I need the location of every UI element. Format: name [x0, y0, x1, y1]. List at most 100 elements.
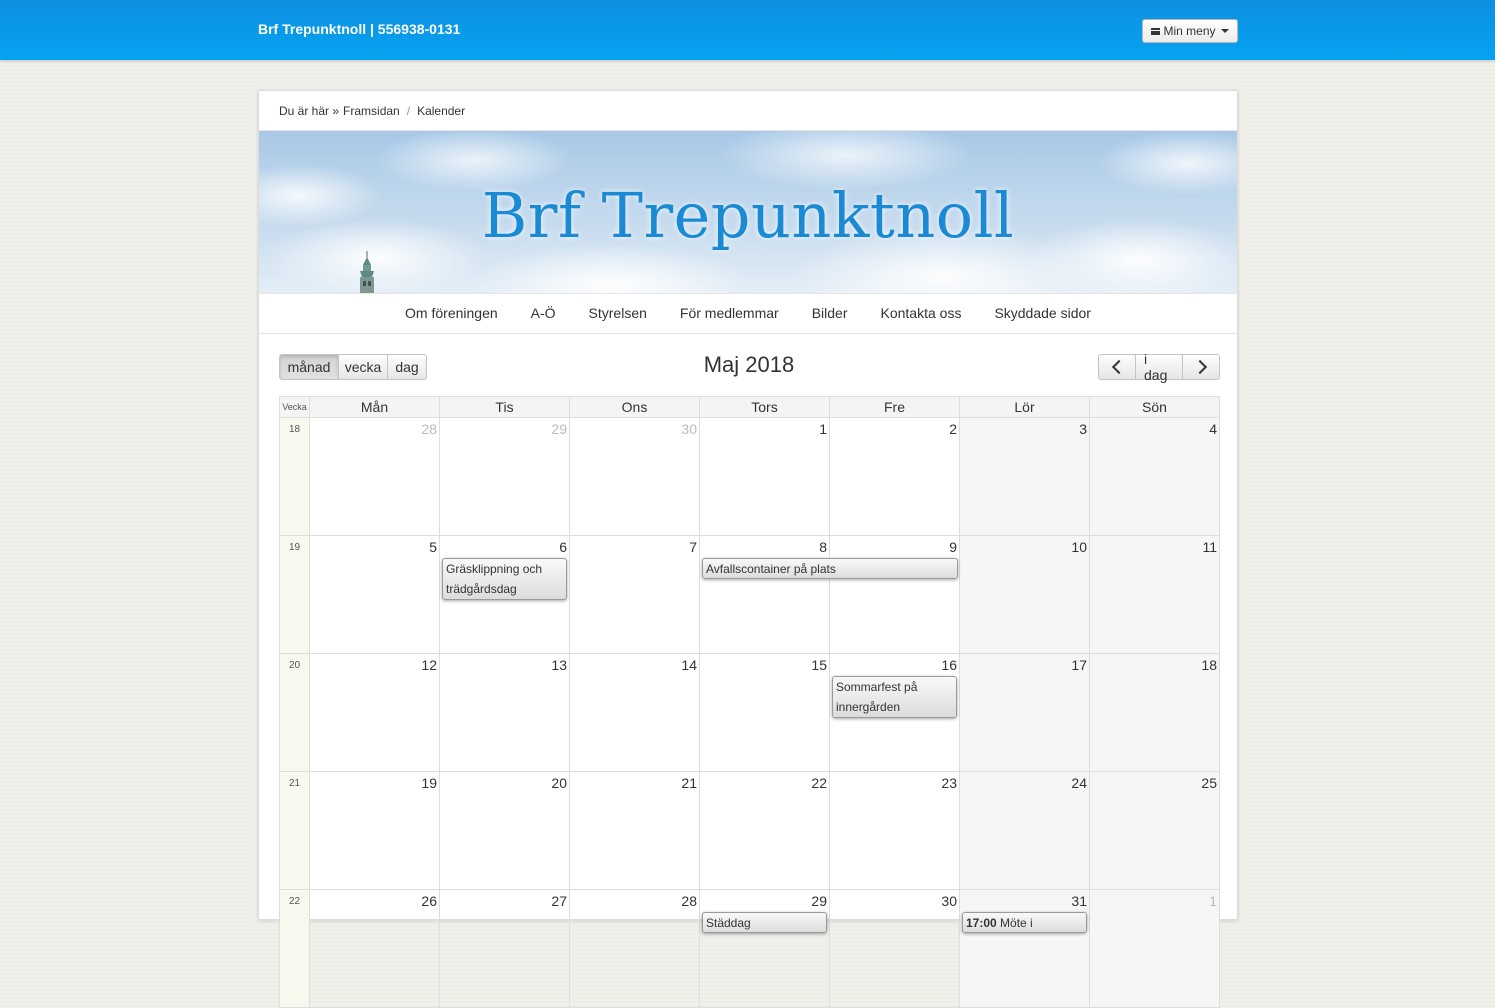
breadcrumb-separator: / — [406, 103, 411, 118]
nav-item-om-foreningen[interactable]: Om föreningen — [389, 305, 515, 321]
prev-month-button[interactable] — [1098, 354, 1136, 380]
day-number: 10 — [1071, 539, 1087, 555]
day-cell[interactable]: 7 — [569, 535, 700, 654]
event-staddag[interactable]: Städdag — [702, 912, 827, 933]
day-header-sat: Lör — [959, 396, 1090, 418]
day-cell[interactable]: 26 — [309, 889, 440, 1008]
date-navigation: i dag — [1098, 351, 1220, 383]
day-cell[interactable]: 6 Gräsklippning och trädgårdsdag — [439, 535, 570, 654]
event-mote[interactable]: 17:00 Möte i — [962, 912, 1087, 933]
day-cell[interactable]: 13 — [439, 653, 570, 772]
day-cell[interactable]: 28 — [569, 889, 700, 1008]
today-button[interactable]: i dag — [1135, 351, 1183, 383]
day-number: 29 — [551, 421, 567, 437]
day-header-tue: Tis — [439, 396, 570, 418]
day-cell[interactable]: 1 — [699, 417, 830, 536]
day-number: 24 — [1071, 775, 1087, 791]
day-number: 30 — [681, 421, 697, 437]
day-number: 31 — [1071, 893, 1087, 909]
day-cell[interactable]: 27 — [439, 889, 570, 1008]
day-number: 14 — [681, 657, 697, 673]
day-cell[interactable]: 3 — [959, 417, 1090, 536]
event-grasklippning[interactable]: Gräsklippning och trädgårdsdag — [442, 558, 567, 600]
day-cell[interactable]: 12 — [309, 653, 440, 772]
day-number: 27 — [551, 893, 567, 909]
day-number: 21 — [681, 775, 697, 791]
day-number: 15 — [811, 657, 827, 673]
church-tower-icon — [360, 251, 374, 293]
day-header-fri: Fre — [829, 396, 960, 418]
day-number: 16 — [941, 657, 957, 673]
nav-item-kontakta-oss[interactable]: Kontakta oss — [864, 305, 978, 321]
day-cell[interactable]: 29 — [439, 417, 570, 536]
day-cell[interactable]: 16 Sommarfest på innergården — [829, 653, 960, 772]
day-number: 12 — [421, 657, 437, 673]
nav-item-for-medlemmar[interactable]: För medlemmar — [663, 305, 795, 321]
day-number: 5 — [429, 539, 437, 555]
week-row: 20 12 13 14 15 16 Sommarfest på innergår… — [279, 653, 1220, 772]
week-row: 21 19 20 21 22 23 24 25 — [279, 771, 1220, 890]
month-grid: Vecka Mån Tis Ons Tors Fre Lör Sön 18 28… — [279, 396, 1220, 1008]
hamburger-icon — [1151, 27, 1161, 35]
day-cell[interactable]: 25 — [1089, 771, 1220, 890]
day-cell[interactable]: 21 — [569, 771, 700, 890]
event-time: 17:00 — [966, 916, 997, 930]
day-number: 6 — [559, 539, 567, 555]
nav-item-skyddade-sidor[interactable]: Skyddade sidor — [978, 305, 1108, 321]
day-cell[interactable]: 11 — [1089, 535, 1220, 654]
day-header-thu: Tors — [699, 396, 830, 418]
day-header-row: Vecka Mån Tis Ons Tors Fre Lör Sön — [279, 396, 1220, 418]
nav-item-bilder[interactable]: Bilder — [795, 305, 864, 321]
day-cell[interactable]: 1 — [1089, 889, 1220, 1008]
my-menu-button[interactable]: Min meny — [1142, 19, 1238, 43]
day-cell[interactable]: 20 — [439, 771, 570, 890]
day-cell[interactable]: 5 — [309, 535, 440, 654]
day-number: 20 — [551, 775, 567, 791]
event-avfallscontainer[interactable]: Avfallscontainer på plats — [702, 558, 958, 579]
top-bar: Brf Trepunktnoll | 556938-0131 Min meny — [0, 0, 1495, 60]
day-cell[interactable]: 10 — [959, 535, 1090, 654]
week-number: 22 — [279, 889, 310, 1008]
day-number: 29 — [811, 893, 827, 909]
breadcrumb: Du är här » Framsidan / Kalender — [259, 91, 1237, 131]
day-header-mon: Mån — [309, 396, 440, 418]
day-cell[interactable]: 29 Städdag — [699, 889, 830, 1008]
nav-item-a-o[interactable]: A-Ö — [514, 305, 572, 321]
day-cell[interactable]: 2 — [829, 417, 960, 536]
day-cell[interactable]: 14 — [569, 653, 700, 772]
brand-title[interactable]: Brf Trepunktnoll | 556938-0131 — [258, 21, 460, 37]
day-cell[interactable]: 30 — [569, 417, 700, 536]
calendar-toolbar: månad vecka dag Maj 2018 i dag — [279, 351, 1220, 383]
banner-title: Brf Trepunktnoll — [481, 179, 1015, 252]
week-number: 21 — [279, 771, 310, 890]
breadcrumb-link-home[interactable]: Framsidan — [343, 104, 400, 118]
day-cell[interactable]: 22 — [699, 771, 830, 890]
day-cell[interactable]: 9 — [829, 535, 960, 654]
event-title: Möte i — [1000, 916, 1033, 930]
day-number: 11 — [1202, 539, 1217, 555]
next-month-button[interactable] — [1182, 354, 1220, 380]
day-cell[interactable]: 23 — [829, 771, 960, 890]
day-cell[interactable]: 28 — [309, 417, 440, 536]
day-cell[interactable]: 19 — [309, 771, 440, 890]
day-number: 4 — [1209, 421, 1217, 437]
breadcrumb-prefix: Du är här » — [279, 103, 340, 118]
calendar-title: Maj 2018 — [703, 352, 795, 377]
chevron-left-icon — [1111, 359, 1126, 375]
day-cell[interactable]: 17 — [959, 653, 1090, 772]
day-cell[interactable]: 31 17:00 Möte i — [959, 889, 1090, 1008]
caret-down-icon — [1220, 29, 1229, 33]
day-number: 22 — [811, 775, 827, 791]
day-cell[interactable]: 15 — [699, 653, 830, 772]
day-cell[interactable]: 4 — [1089, 417, 1220, 536]
week-number-header: Vecka — [279, 396, 310, 418]
day-cell[interactable]: 18 — [1089, 653, 1220, 772]
chevron-right-icon — [1192, 359, 1207, 375]
day-cell[interactable]: 8 Avfallscontainer på plats — [699, 535, 958, 654]
day-cell[interactable]: 24 — [959, 771, 1090, 890]
event-sommarfest[interactable]: Sommarfest på innergården — [832, 676, 957, 718]
day-number: 26 — [421, 893, 437, 909]
week-row: 18 28 29 30 1 2 3 4 — [279, 417, 1220, 536]
nav-item-styrelsen[interactable]: Styrelsen — [572, 305, 663, 321]
day-cell[interactable]: 30 — [829, 889, 960, 1008]
